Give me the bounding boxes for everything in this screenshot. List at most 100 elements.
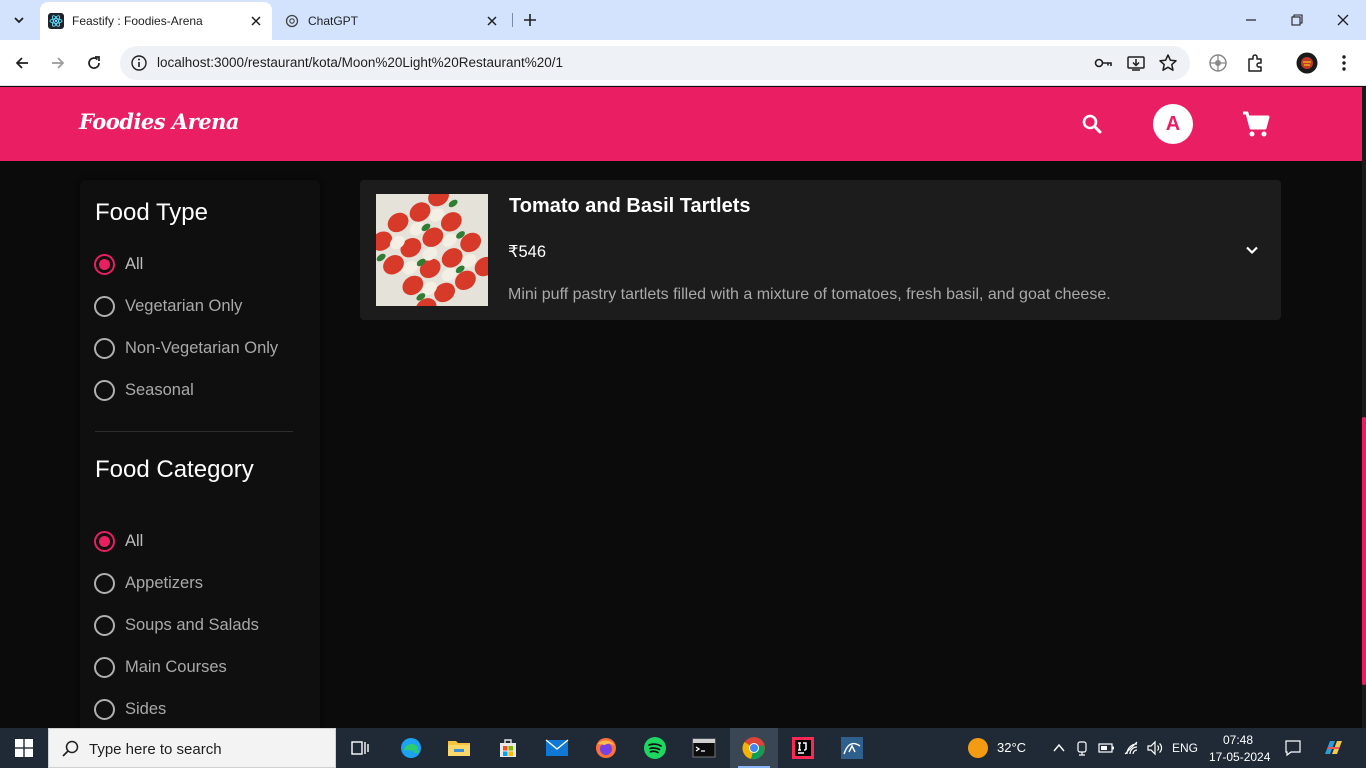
radio-label: All [125,531,144,550]
new-tab-button[interactable] [518,8,542,32]
tab-search-button[interactable] [6,8,32,32]
intellij-icon [792,737,814,759]
close-tab-icon[interactable] [246,11,266,31]
radio-button[interactable] [94,253,115,275]
back-button[interactable] [8,49,36,77]
mysql-workbench-app[interactable] [828,728,876,768]
menu-item-card[interactable]: Tomato and Basil Tartlets ₹546 Mini puff… [360,180,1281,320]
radio-label: All [125,254,144,273]
browser-menu-icon[interactable] [1333,52,1355,74]
radio-button[interactable] [94,530,115,552]
site-header: Foodies Arena A [0,87,1362,161]
url-text[interactable]: localhost:3000/restaurant/kota/Moon%20Li… [157,55,563,70]
file-explorer-app[interactable] [435,728,483,768]
mysql-workbench-icon [841,737,863,759]
close-icon [1337,14,1349,26]
minimize-button[interactable] [1237,6,1265,34]
install-app-icon[interactable] [1126,53,1146,73]
radio-button[interactable] [94,379,115,401]
meet-now-icon[interactable] [1075,740,1091,756]
speaker-icon[interactable] [1146,740,1164,756]
password-key-icon[interactable] [1093,53,1113,73]
tab-title: Feastify : Foodies-Arena [72,14,203,28]
search-icon[interactable] [1080,112,1104,136]
taskbar-search[interactable]: Type here to search [48,728,336,768]
radio-label: Vegetarian Only [125,296,243,315]
divider [95,431,293,432]
tab-chatgpt[interactable]: ChatGPT [276,2,508,40]
start-button[interactable] [0,728,48,768]
radio-label: Appetizers [125,573,203,592]
close-tab-icon[interactable] [482,11,502,31]
terminal-app[interactable] [680,728,728,768]
wifi-icon[interactable] [1123,740,1141,756]
site-logo[interactable]: Foodies Arena [79,109,240,134]
weather-sun-icon[interactable] [967,737,989,759]
radio-sides[interactable]: Sides [94,697,166,721]
spotify-app[interactable] [631,728,679,768]
page-content: Foodies Arena A Food Type All Vegetarian… [0,87,1362,728]
radio-button[interactable] [94,698,115,720]
terminal-icon [692,738,716,758]
radio-appetizers[interactable]: Appetizers [94,571,203,595]
firefox-app[interactable] [582,728,630,768]
food-name: Tomato and Basil Tartlets [509,195,751,217]
edge-icon [401,738,421,758]
radio-category-all[interactable]: All [94,529,143,553]
intellij-app[interactable] [779,728,827,768]
cart-icon[interactable] [1241,109,1271,139]
chrome-app[interactable] [730,728,778,768]
bookmark-star-icon[interactable] [1158,53,1178,73]
radio-button[interactable] [94,295,115,317]
expand-button[interactable] [1240,238,1264,262]
radio-button[interactable] [94,614,115,636]
extensions-puzzle-icon[interactable] [1244,52,1266,74]
mail-app[interactable] [533,728,581,768]
radio-seasonal[interactable]: Seasonal [94,378,194,402]
search-icon [62,740,79,757]
radio-non-vegetarian-only[interactable]: Non-Vegetarian Only [94,336,278,360]
tab-feastify[interactable]: Feastify : Foodies-Arena [40,2,272,40]
restore-icon [1291,14,1303,26]
notification-icon[interactable] [1284,739,1302,757]
battery-icon[interactable] [1098,741,1116,755]
address-bar[interactable]: localhost:3000/restaurant/kota/Moon%20Li… [120,46,1190,80]
radio-button[interactable] [94,656,115,678]
browser-tab-bar: Feastify : Foodies-Arena ChatGPT [0,0,1366,40]
scrollbar-thumb[interactable] [1362,417,1366,685]
task-view-button[interactable] [336,728,384,768]
radio-vegetarian-only[interactable]: Vegetarian Only [94,294,242,318]
temperature[interactable]: 32°C [997,740,1026,755]
task-view-icon [351,741,369,755]
chevron-up-icon[interactable] [1052,741,1066,755]
food-description: Mini puff pastry tartlets filled with a … [508,286,1111,303]
radio-main-courses[interactable]: Main Courses [94,655,227,679]
extension-icon[interactable] [1207,52,1229,74]
food-type-title: Food Type [95,199,208,226]
clock-date[interactable]: 17-05-2024 [1209,750,1270,764]
copilot-icon[interactable] [1322,737,1344,759]
windows-taskbar: Type here to search 32°C ENG 07:48 17-05… [0,728,1366,768]
forward-button[interactable] [44,49,72,77]
restore-button[interactable] [1283,6,1311,34]
profile-avatar-icon[interactable] [1296,52,1318,74]
spotify-icon [644,737,666,759]
store-icon [500,739,516,757]
language-indicator[interactable]: ENG [1172,741,1198,755]
page-scrollbar[interactable] [1362,87,1366,728]
radio-button[interactable] [94,572,115,594]
reload-button[interactable] [80,49,108,77]
radio-soups-and-salads[interactable]: Soups and Salads [94,613,259,637]
edge-app[interactable] [387,728,435,768]
radio-button[interactable] [94,337,115,359]
close-window-button[interactable] [1329,6,1357,34]
radio-label: Seasonal [125,380,194,399]
info-icon[interactable] [130,54,148,72]
radio-label: Soups and Salads [125,615,259,634]
user-avatar[interactable]: A [1153,104,1193,144]
microsoft-store-app[interactable] [484,728,532,768]
reload-icon [88,56,100,69]
mail-icon [545,739,569,756]
radio-food-type-all[interactable]: All [94,252,143,276]
clock-time[interactable]: 07:48 [1223,733,1253,747]
